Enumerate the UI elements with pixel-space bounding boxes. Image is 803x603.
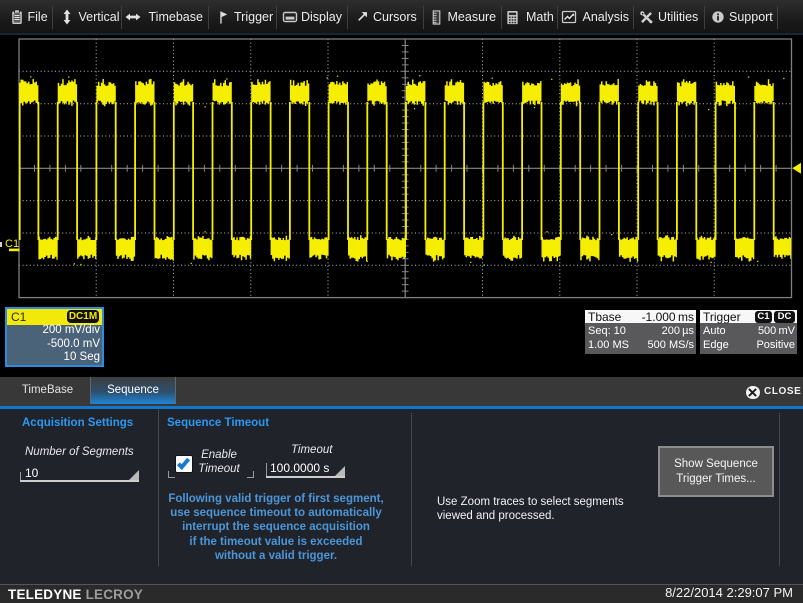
svg-text:C1: C1 bbox=[5, 238, 19, 250]
